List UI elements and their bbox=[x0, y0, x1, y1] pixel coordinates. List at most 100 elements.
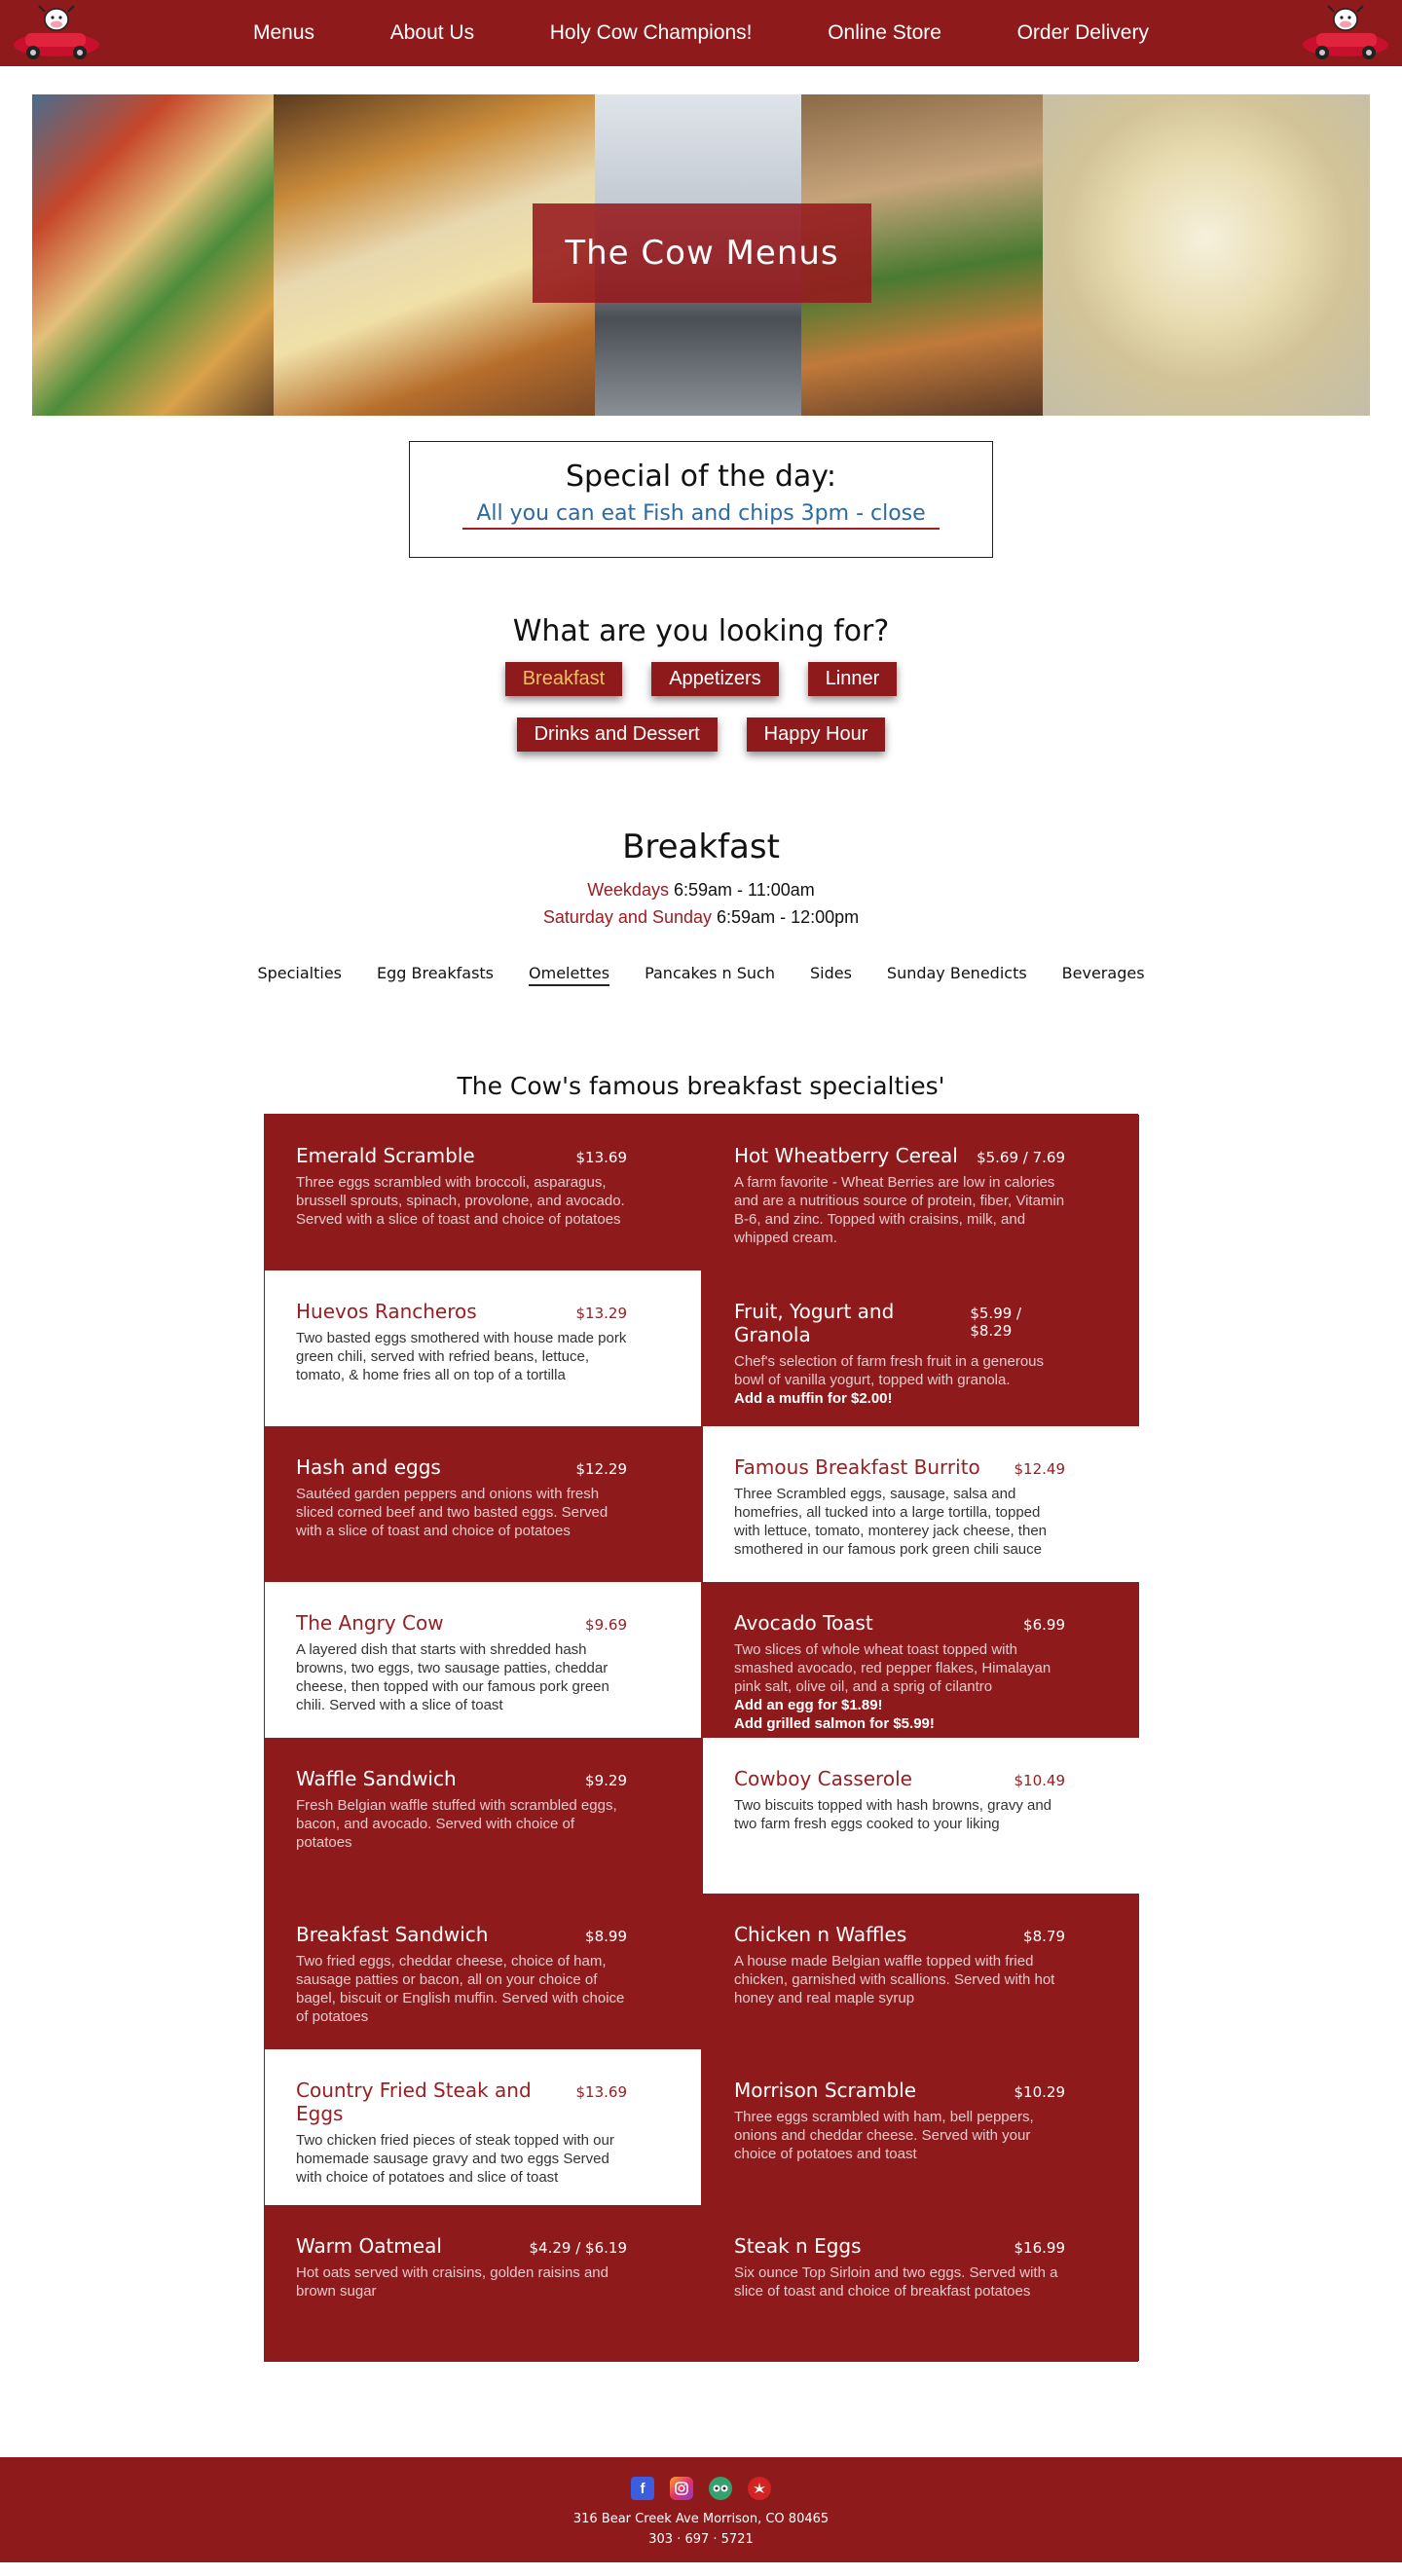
nav-holy-cow-champions[interactable]: Holy Cow Champions! bbox=[550, 21, 753, 45]
footer: f 316 Bear Creek Ave Morrison, CO 80465 … bbox=[0, 2457, 1402, 2562]
subnav-omelettes[interactable]: Omelettes bbox=[529, 964, 610, 986]
menu-item-addon: Add grilled salmon for $5.99! bbox=[734, 1715, 935, 1732]
menu-item-description: Two fried eggs, cheddar cheese, choice o… bbox=[296, 1953, 625, 2025]
menu-item-price: $9.69 bbox=[585, 1616, 627, 1634]
menu-item-price: $13.29 bbox=[575, 1305, 628, 1322]
category-happy-hour-button[interactable]: Happy Hour bbox=[746, 718, 886, 752]
menu-item-price: $4.29 / $6.19 bbox=[529, 2239, 627, 2257]
menu-item-header: The Angry Cow $9.69 bbox=[296, 1611, 670, 1635]
menu-item-header: Warm Oatmeal $4.29 / $6.19 bbox=[296, 2234, 670, 2258]
menu-item-name: Hash and eggs bbox=[296, 1455, 441, 1479]
weekend-label: Saturday and Sunday bbox=[542, 907, 713, 927]
menu-item-header: Hot Wheatberry Cereal $5.69 / 7.69 bbox=[734, 1144, 1108, 1167]
menu-item-price: $13.69 bbox=[575, 1149, 628, 1166]
yelp-icon[interactable] bbox=[748, 2477, 771, 2500]
menu-item: Hot Wheatberry Cereal $5.69 / 7.69 A farm … bbox=[703, 1115, 1139, 1270]
special-title: Special of the day: bbox=[566, 460, 836, 494]
menu-item-description: Three eggs scrambled with ham, bell pepp… bbox=[734, 2109, 1034, 2162]
menu-item-description: Two biscuits topped with hash browns, gr… bbox=[734, 1797, 1052, 1832]
footer-address: 316 Bear Creek Ave Morrison, CO 80465 bbox=[572, 2512, 830, 2526]
menu-item: Morrison Scramble $10.29 Three eggs scramb… bbox=[703, 2049, 1139, 2205]
hero-title: The Cow Menus bbox=[533, 203, 871, 303]
menu-item-price: $8.79 bbox=[1023, 1928, 1065, 1945]
breakfast-subnav: Specialties Egg Breakfasts Omelettes Pan… bbox=[0, 964, 1402, 986]
hero-banner: The Cow Menus bbox=[32, 94, 1370, 416]
instagram-icon[interactable] bbox=[670, 2477, 693, 2500]
menu-item-header: Hash and eggs $12.29 bbox=[296, 1455, 670, 1479]
specialties-heading: The Cow's famous breakfast specialties' bbox=[457, 1072, 945, 1100]
category-appetizers-button[interactable]: Appetizers bbox=[651, 662, 779, 696]
menu-item-description: Hot oats served with craisins, golden ra… bbox=[296, 2264, 609, 2300]
menu-item-header: Chicken n Waffles $8.79 bbox=[734, 1923, 1108, 1946]
menu-item-name: Chicken n Waffles bbox=[734, 1923, 907, 1946]
menu-item-header: Avocado Toast $6.99 bbox=[734, 1611, 1108, 1635]
cow-car-logo-icon[interactable] bbox=[6, 4, 103, 62]
menu-item-header: Breakfast Sandwich $8.99 bbox=[296, 1923, 670, 1946]
menu-item-name: The Angry Cow bbox=[296, 1611, 444, 1635]
menu-item-price: $12.49 bbox=[1014, 1460, 1066, 1478]
menu-item-description: Three Scrambled eggs, sausage, salsa and… bbox=[734, 1486, 1047, 1558]
menu-category-selector: What are you looking for? Breakfast Appe… bbox=[0, 614, 1402, 752]
subnav-specialties[interactable]: Specialties bbox=[257, 964, 342, 986]
subnav-pancakes-n-such[interactable]: Pancakes n Such bbox=[645, 964, 775, 986]
menu-item: The Angry Cow $9.69 A layered dish that st… bbox=[265, 1582, 701, 1738]
subnav-sunday-benedicts[interactable]: Sunday Benedicts bbox=[887, 964, 1027, 986]
menu-item-price: $5.99 / $8.29 bbox=[970, 1305, 1022, 1340]
menu-item-header: Emerald Scramble $13.69 bbox=[296, 1144, 670, 1167]
menu-item-name: Cowboy Casserole bbox=[734, 1767, 912, 1790]
menu-item-price: $9.29 bbox=[585, 1772, 627, 1789]
menu-item-price: $6.99 bbox=[1023, 1616, 1065, 1634]
menu-item-price: $12.29 bbox=[575, 1460, 628, 1478]
menu-item-price: $13.69 bbox=[575, 2083, 628, 2101]
weekday-hours: Weekdays 6:59am - 11:00am bbox=[0, 876, 1402, 903]
subnav-egg-breakfasts[interactable]: Egg Breakfasts bbox=[377, 964, 494, 986]
category-drinks-dessert-button[interactable]: Drinks and Dessert bbox=[516, 718, 718, 752]
category-breakfast-button[interactable]: Breakfast bbox=[504, 662, 623, 696]
menu-items-grid: Emerald Scramble $13.69 Three eggs scrambl… bbox=[264, 1114, 1139, 2362]
menu-item: Warm Oatmeal $4.29 / $6.19 Hot oats served… bbox=[265, 2205, 701, 2361]
weekend-time: 6:59am - 12:00pm bbox=[717, 907, 860, 927]
special-link[interactable]: All you can eat Fish and chips 3pm - clo… bbox=[462, 501, 940, 530]
nav-order-delivery[interactable]: Order Delivery bbox=[1017, 21, 1149, 45]
nav-about-us[interactable]: About Us bbox=[390, 21, 474, 45]
cow-car-logo-icon[interactable] bbox=[1299, 4, 1396, 62]
subnav-beverages[interactable]: Beverages bbox=[1062, 964, 1145, 986]
nav-menus[interactable]: Menus bbox=[253, 21, 314, 45]
menu-item: Emerald Scramble $13.69 Three eggs scrambl… bbox=[265, 1115, 701, 1270]
menu-item-description: A layered dish that starts with shredded… bbox=[296, 1641, 609, 1713]
menu-item-name: Steak n Eggs bbox=[734, 2234, 862, 2258]
menu-item-name: Emerald Scramble bbox=[296, 1144, 475, 1167]
menu-item-description: Two basted eggs smothered with house mad… bbox=[296, 1330, 627, 1383]
menu-item: Hash and eggs $12.29 Sautéed garden pepper… bbox=[265, 1426, 701, 1582]
menu-item-description: Two slices of whole wheat toast topped w… bbox=[734, 1641, 1052, 1695]
social-links: f bbox=[0, 2477, 1402, 2500]
menu-item-header: Steak n Eggs $16.99 bbox=[734, 2234, 1108, 2258]
facebook-icon[interactable]: f bbox=[631, 2477, 654, 2500]
weekend-hours: Saturday and Sunday 6:59am - 12:00pm bbox=[0, 903, 1402, 931]
footer-phone[interactable]: 303 · 697 · 5721 bbox=[0, 2532, 1402, 2547]
menu-item-price: $16.99 bbox=[1014, 2239, 1066, 2257]
subnav-sides[interactable]: Sides bbox=[810, 964, 852, 986]
hero-photo-chips-salsa bbox=[32, 94, 274, 416]
hero-photo-cinnamon-roll bbox=[1043, 94, 1370, 416]
menu-item-name: Waffle Sandwich bbox=[296, 1767, 457, 1790]
menu-item-name: Warm Oatmeal bbox=[296, 2234, 442, 2258]
menu-item-name: Avocado Toast bbox=[734, 1611, 873, 1635]
category-linner-button[interactable]: Linner bbox=[807, 662, 898, 696]
nav-online-store[interactable]: Online Store bbox=[828, 21, 941, 45]
menu-item-description: Sautéed garden peppers and onions with f… bbox=[296, 1486, 609, 1539]
menu-item-header: Morrison Scramble $10.29 bbox=[734, 2079, 1108, 2102]
menu-item-header: Waffle Sandwich $9.29 bbox=[296, 1767, 670, 1790]
menu-item: Fruit, Yogurt and Granola $5.99 / $8.29 Ch… bbox=[703, 1270, 1139, 1426]
menu-item-name: Breakfast Sandwich bbox=[296, 1923, 489, 1946]
menu-item-addon: Add a muffin for $2.00! bbox=[734, 1390, 893, 1407]
menu-item-name: Huevos Rancheros bbox=[296, 1300, 477, 1323]
section-title: Breakfast bbox=[622, 828, 780, 866]
breakfast-section: Breakfast Weekdays 6:59am - 11:00am Satu… bbox=[0, 828, 1402, 986]
tripadvisor-icon[interactable] bbox=[709, 2477, 732, 2500]
menu-item-name: Famous Breakfast Burrito bbox=[734, 1455, 980, 1479]
looking-title: What are you looking for? bbox=[512, 614, 890, 648]
menu-item-header: Cowboy Casserole $10.49 bbox=[734, 1767, 1108, 1790]
menu-item-price: $5.69 / 7.69 bbox=[977, 1149, 1065, 1166]
menu-item-header: Country Fried Steak and Eggs $13.69 bbox=[296, 2079, 670, 2125]
